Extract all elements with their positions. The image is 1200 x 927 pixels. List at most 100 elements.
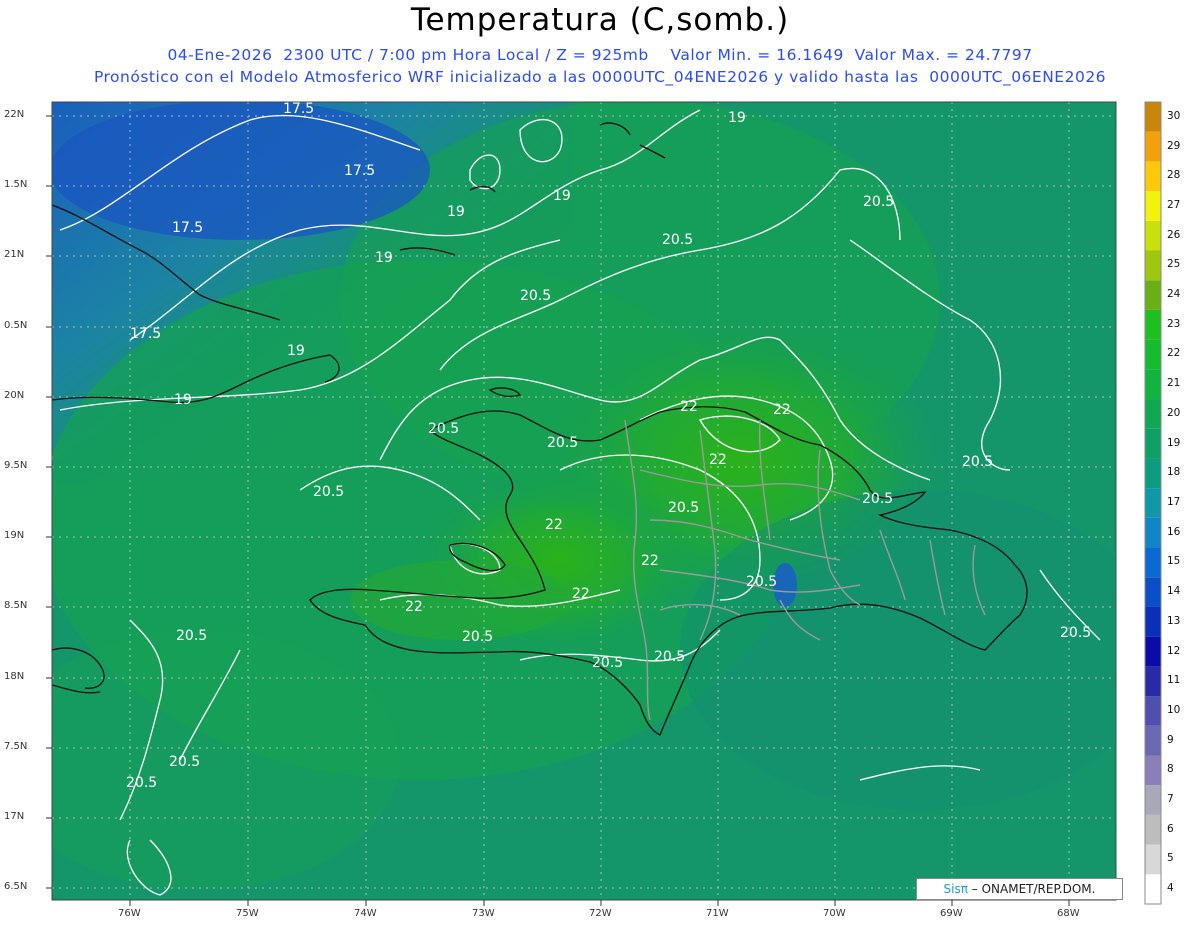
lon-tick-label: 69W [940,908,963,919]
colorbar-cell [1145,606,1161,637]
colorbar-value-label: 17 [1167,496,1181,508]
contour-label-20.5: 20.5 [654,649,685,665]
colorbar-cell [1145,844,1161,875]
lat-tick-label: 20N [4,390,25,401]
colorbar-value-label: 16 [1167,525,1181,538]
contour-label-20.5: 20.5 [462,629,493,645]
contour-label-17.5: 17.5 [283,101,314,117]
contour-label-19: 19 [287,343,305,359]
colorbar-cell [1145,102,1161,132]
colorbar-cell [1145,339,1161,370]
colorbar-value-label: 28 [1167,169,1181,182]
colorbar-cell [1145,280,1161,310]
contour-label-20.5: 20.5 [126,775,157,791]
colorbar-cell [1145,666,1161,697]
colorbar-cell [1145,874,1161,904]
contour-label-20.5: 20.5 [313,484,344,500]
colorbar-value-label: 15 [1167,555,1181,568]
colorbar-value-label: 13 [1167,614,1181,627]
contour-label-20.5: 20.5 [176,628,207,644]
colorbar-value-label: 27 [1167,198,1181,211]
colorbar-value-label: 22 [1167,347,1181,360]
contour-label-22: 22 [572,586,590,602]
colorbar-cell [1145,696,1161,726]
map-canvas: 17.5 17.5 17.5 17.5 19 19 19 19 19 19 19… [36,101,1162,906]
contour-label-17.5: 17.5 [172,220,203,236]
credit-brand: Sisπ [943,882,968,896]
colorbar-value-label: 24 [1167,288,1181,301]
colorbar-cell [1145,458,1161,489]
colorbar-value-label: 18 [1167,466,1181,479]
colorbar-value-label: 29 [1167,139,1181,152]
colorbar-cell [1145,161,1161,192]
colorbar-cell [1145,428,1161,459]
lon-tick-label: 76W [118,908,141,919]
credit-text: – ONAMET/REP.DOM. [971,882,1096,896]
lat-tick-label: 22N [4,109,25,120]
colorbar-value-label: 25 [1167,258,1181,271]
contour-label-20.5: 20.5 [668,500,699,516]
lat-tick-label: 9.5N [4,460,28,471]
contour-label-20.5: 20.5 [862,491,893,507]
contour-label-22: 22 [709,452,727,468]
contour-label-17.5: 17.5 [130,326,161,342]
contour-label-22: 22 [545,517,563,533]
contour-label-20.5: 20.5 [169,754,200,770]
colorbar [1144,101,1162,905]
colorbar-value-label: 4 [1167,882,1174,895]
colorbar-cell [1145,755,1161,786]
colorbar-value-label: 12 [1167,644,1181,657]
contour-label-19: 19 [728,110,746,126]
contour-label-22: 22 [641,553,659,569]
lat-tick-label: 18N [4,671,25,682]
contour-label-19: 19 [553,188,571,204]
colorbar-cell [1145,785,1161,815]
lon-tick-label: 72W [589,908,612,919]
colorbar-cell [1145,517,1161,548]
contour-label-20.5: 20.5 [662,232,693,248]
colorbar-value-label: 9 [1167,733,1174,746]
contour-label-20.5: 20.5 [520,288,551,304]
lon-tick-label: 75W [236,908,259,919]
lat-tick-label: 21N [4,249,25,260]
colorbar-value-label: 11 [1167,674,1181,687]
lon-tick-label: 68W [1057,908,1080,919]
colorbar-cell [1145,369,1161,400]
contour-label-22: 22 [405,599,423,615]
colorbar-value-label: 5 [1167,852,1174,865]
contour-label-20.5: 20.5 [962,454,993,470]
colorbar-value-label: 7 [1167,793,1174,806]
lon-tick-label: 74W [354,908,377,919]
colorbar-value-label: 30 [1167,109,1181,122]
lat-tick-label: 7.5N [4,741,28,752]
colorbar-value-label: 23 [1167,317,1181,330]
colorbar-cell [1145,309,1161,340]
lat-tick-label: 0.5N [4,320,28,331]
contour-label-19: 19 [174,392,192,408]
colorbar-cell [1145,488,1161,518]
colorbar-value-label: 20 [1167,406,1181,419]
colorbar-cell [1145,191,1161,221]
contour-label-19: 19 [375,250,393,266]
lat-tick-label: 19N [4,530,25,541]
contour-label-17.5: 17.5 [344,163,375,179]
contour-label-19: 19 [36,451,54,467]
lat-tick-label: 17N [4,811,25,822]
colorbar-cell [1145,725,1161,756]
contour-label-20.5: 20.5 [1060,625,1091,641]
colorbar-value-label: 6 [1167,822,1174,835]
lon-tick-label: 71W [706,908,729,919]
colorbar-value-label: 21 [1167,377,1181,390]
contour-label-20.5: 20.5 [592,655,623,671]
lat-tick-label: 1.5N [4,179,28,190]
contour-label-20.5: 20.5 [428,421,459,437]
lat-tick-label: 6.5N [4,881,28,892]
colorbar-cell [1145,814,1161,845]
colorbar-cell [1145,577,1161,607]
colorbar-cell [1145,220,1161,251]
contour-label-20.5: 20.5 [547,435,578,451]
colorbar-value-label: 10 [1167,703,1181,716]
contour-label-20.5: 20.5 [863,194,894,210]
colorbar-cell [1145,399,1161,429]
lat-tick-label: 8.5N [4,600,28,611]
